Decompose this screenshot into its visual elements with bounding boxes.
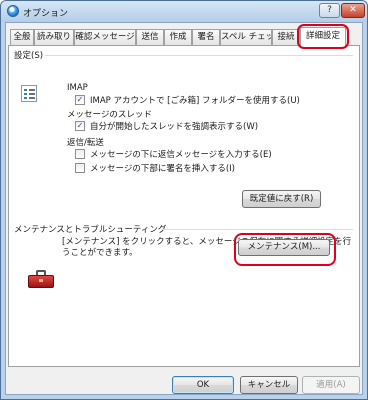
title-bar[interactable]: オプション ? ✕ (1, 1, 367, 22)
tab-general[interactable]: 全般 (10, 29, 34, 45)
maintenance-heading: メンテナンスとトラブルシューティング (14, 225, 167, 235)
imap-trash-checkbox[interactable]: ✓ (75, 94, 85, 105)
window-title: オプション (23, 9, 69, 19)
reply-below-checkbox[interactable] (75, 148, 85, 159)
tab-compose[interactable]: 作成 (164, 29, 192, 45)
highlight-thread-checkbox[interactable]: ✓ (75, 120, 85, 131)
tab-receipts[interactable]: 確認メッセージ (74, 29, 136, 45)
imap-trash-option[interactable]: ✓ IMAP アカウントで [ごみ箱] フォルダーを使用する(U) (75, 94, 300, 106)
restore-defaults-button[interactable]: 既定値に戻す(R) (242, 190, 321, 208)
signature-bottom-label: メッセージの下部に署名を挿入する(I) (90, 163, 235, 174)
imap-heading: IMAP (67, 83, 88, 93)
cancel-button[interactable]: キャンセル (240, 376, 298, 394)
tab-read[interactable]: 読み取り (34, 29, 74, 45)
thread-heading: メッセージのスレッド (67, 110, 152, 120)
tab-advanced[interactable]: 詳細設定 (300, 27, 346, 46)
options-window: オプション ? ✕ 全般 読み取り 確認メッセージ 送信 作成 署名 スペル チ… (0, 0, 368, 400)
signature-bottom-option[interactable]: メッセージの下部に署名を挿入する(I) (75, 162, 235, 174)
reply-below-label: メッセージの下に返信メッセージを入力する(E) (90, 149, 272, 160)
close-button[interactable]: ✕ (341, 3, 365, 18)
tab-strip: 全般 読み取り 確認メッセージ 送信 作成 署名 スペル チェック 接続 詳細設… (8, 24, 358, 49)
reply-below-option[interactable]: メッセージの下に返信メッセージを入力する(E) (75, 148, 272, 160)
tab-signatures[interactable]: 署名 (192, 29, 220, 45)
settings-heading: 設定(S) (14, 51, 44, 61)
tab-connection[interactable]: 接続 (272, 29, 300, 45)
apply-button[interactable]: 適用(A) (302, 376, 360, 394)
highlight-thread-option[interactable]: ✓ 自分が開始したスレッドを強調表示する(W) (75, 120, 259, 132)
reply-heading: 返信/転送 (67, 138, 104, 148)
signature-bottom-checkbox[interactable] (75, 162, 85, 173)
imap-trash-label: IMAP アカウントで [ごみ箱] フォルダーを使用する(U) (90, 95, 300, 106)
highlight-thread-label: 自分が開始したスレッドを強調表示する(W) (90, 121, 259, 132)
settings-list-icon (21, 85, 37, 102)
help-button[interactable]: ? (319, 3, 340, 18)
maintenance-divider (163, 229, 353, 230)
app-icon (7, 5, 19, 17)
tab-spelling[interactable]: スペル チェック (220, 29, 272, 45)
settings-divider (45, 55, 353, 56)
maintenance-button[interactable]: メンテナンス(M)... (238, 239, 330, 256)
advanced-panel: 設定(S) IMAP ✓ IMAP アカウントで [ごみ箱] フォルダーを使用す… (8, 45, 360, 367)
dialog-body: 全般 読み取り 確認メッセージ 送信 作成 署名 スペル チェック 接続 詳細設… (5, 22, 363, 395)
tab-send[interactable]: 送信 (136, 29, 164, 45)
ok-button[interactable]: OK (172, 376, 234, 394)
toolbox-icon (26, 270, 56, 290)
